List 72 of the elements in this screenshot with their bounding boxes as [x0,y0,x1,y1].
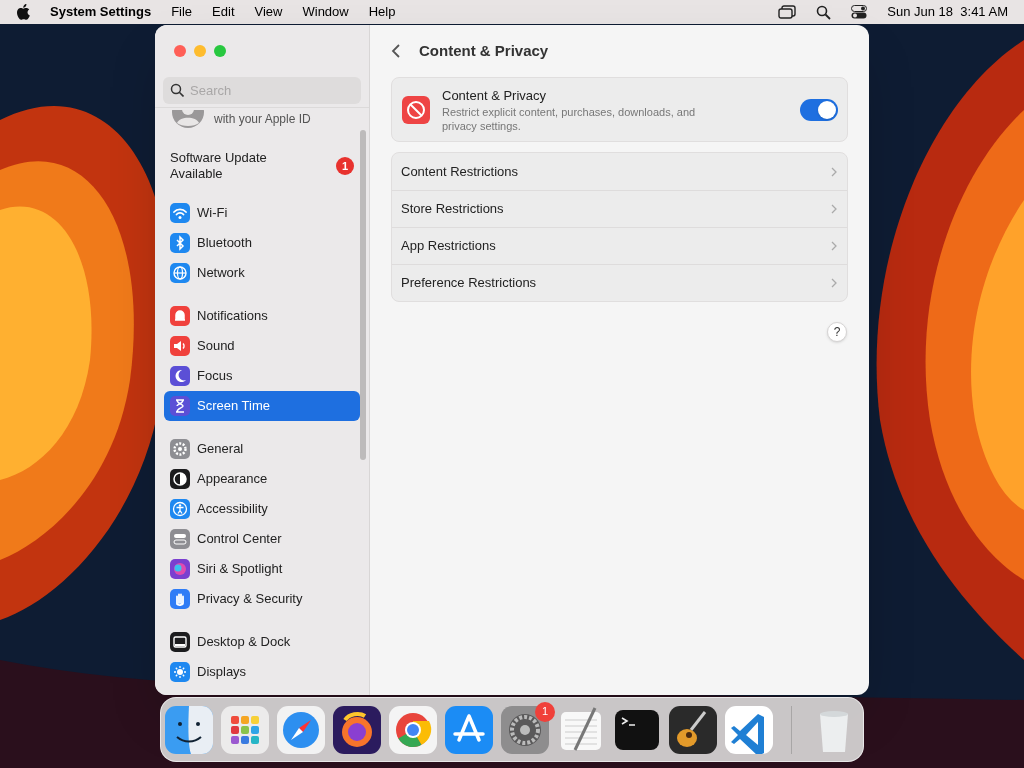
bell-icon [170,306,190,326]
sidebar-item[interactable]: General [164,434,360,464]
fox-globe-icon[interactable] [333,705,381,754]
notification-badge: 1 [336,157,354,175]
app-store-icon[interactable] [445,705,493,754]
list-row[interactable]: Store Restrictions [392,190,847,227]
setting-title: Content & Privacy [442,86,548,105]
guitar-icon[interactable] [669,705,717,754]
sidebar-item[interactable]: Network [164,258,360,288]
sidebar-item[interactable]: Appearance [164,464,360,494]
sidebar-item[interactable]: Notifications [164,301,360,331]
sidebar-item[interactable]: Desktop & Dock [164,627,360,657]
sidebar-item[interactable]: Focus [164,361,360,391]
hourglass-icon [170,396,190,416]
search-icon [170,83,184,97]
accessibility-icon [170,499,190,519]
help-button[interactable]: ? [827,322,847,342]
gear-icon[interactable] [501,705,549,754]
moon-icon [170,366,190,386]
bluetooth-icon [170,233,190,253]
dock-icon [170,632,190,652]
scrollbar-thumb[interactable] [360,130,366,460]
list-row[interactable]: App Restrictions [392,227,847,264]
menu-item[interactable]: Window [302,2,349,22]
chevron-icon [831,278,837,288]
page-title: Content & Privacy [419,40,549,61]
toggle-switch[interactable] [800,98,838,121]
software-update-label[interactable]: Software Update Available [170,150,300,182]
chrome-icon[interactable] [389,705,437,754]
menu-item[interactable]: Edit [212,2,235,22]
close-window-button[interactable] [174,45,186,57]
wifi-icon [170,203,190,223]
sidebar-item[interactable]: Bluetooth [164,228,360,258]
list-row[interactable]: Preference Restrictions [392,264,847,301]
sidebar-item[interactable]: Control Center [164,524,360,554]
code-editor-icon[interactable] [725,705,773,754]
notification-badge: 1 [535,701,555,722]
compass-icon[interactable] [277,705,325,754]
chevron-icon [831,204,837,214]
gear-icon [170,439,190,459]
menu-item[interactable]: View [254,2,283,22]
back-button[interactable] [391,43,401,59]
search-icon[interactable] [816,4,832,20]
apple-logo-icon[interactable] [16,4,30,20]
menu-app-name[interactable]: System Settings [50,2,152,22]
half-circle-icon [170,469,190,489]
sidebar-item[interactable]: Accessibility [164,494,360,524]
windows-icon[interactable] [778,5,797,19]
account-subtitle[interactable]: with your Apple ID [214,110,311,128]
sidebar-item[interactable]: Sound [164,331,360,361]
chevron-icon [831,241,837,251]
control-center-icon[interactable] [851,5,868,19]
menu-item[interactable]: File [171,2,193,22]
toggles-icon [170,529,190,549]
menu-clock[interactable]: Sun Jun 18 3:41 AM [887,2,1008,22]
sun-icon [170,662,190,682]
sidebar-item[interactable]: Displays [164,657,360,687]
chevron-icon [831,166,837,177]
sidebar-item[interactable]: Screen Time [164,391,360,421]
globe-icon [170,263,190,283]
sidebar-item[interactable]: Privacy & Security [164,584,360,614]
orb-icon [170,559,190,579]
prohibited-icon [402,95,430,124]
sidebar-item[interactable]: Wi-Fi [164,198,360,228]
grid-icon[interactable] [221,705,269,754]
list-row[interactable]: Content Restrictions [392,153,847,190]
finder-icon[interactable] [165,705,213,754]
menu-item[interactable]: Help [368,2,396,22]
speaker-icon [170,336,190,356]
setting-description: Restrict explicit content, purchases, downloads, and privacy settings. [442,105,697,134]
avatar-icon[interactable] [172,110,204,128]
sidebar-item[interactable]: Siri & Spotlight [164,554,360,584]
